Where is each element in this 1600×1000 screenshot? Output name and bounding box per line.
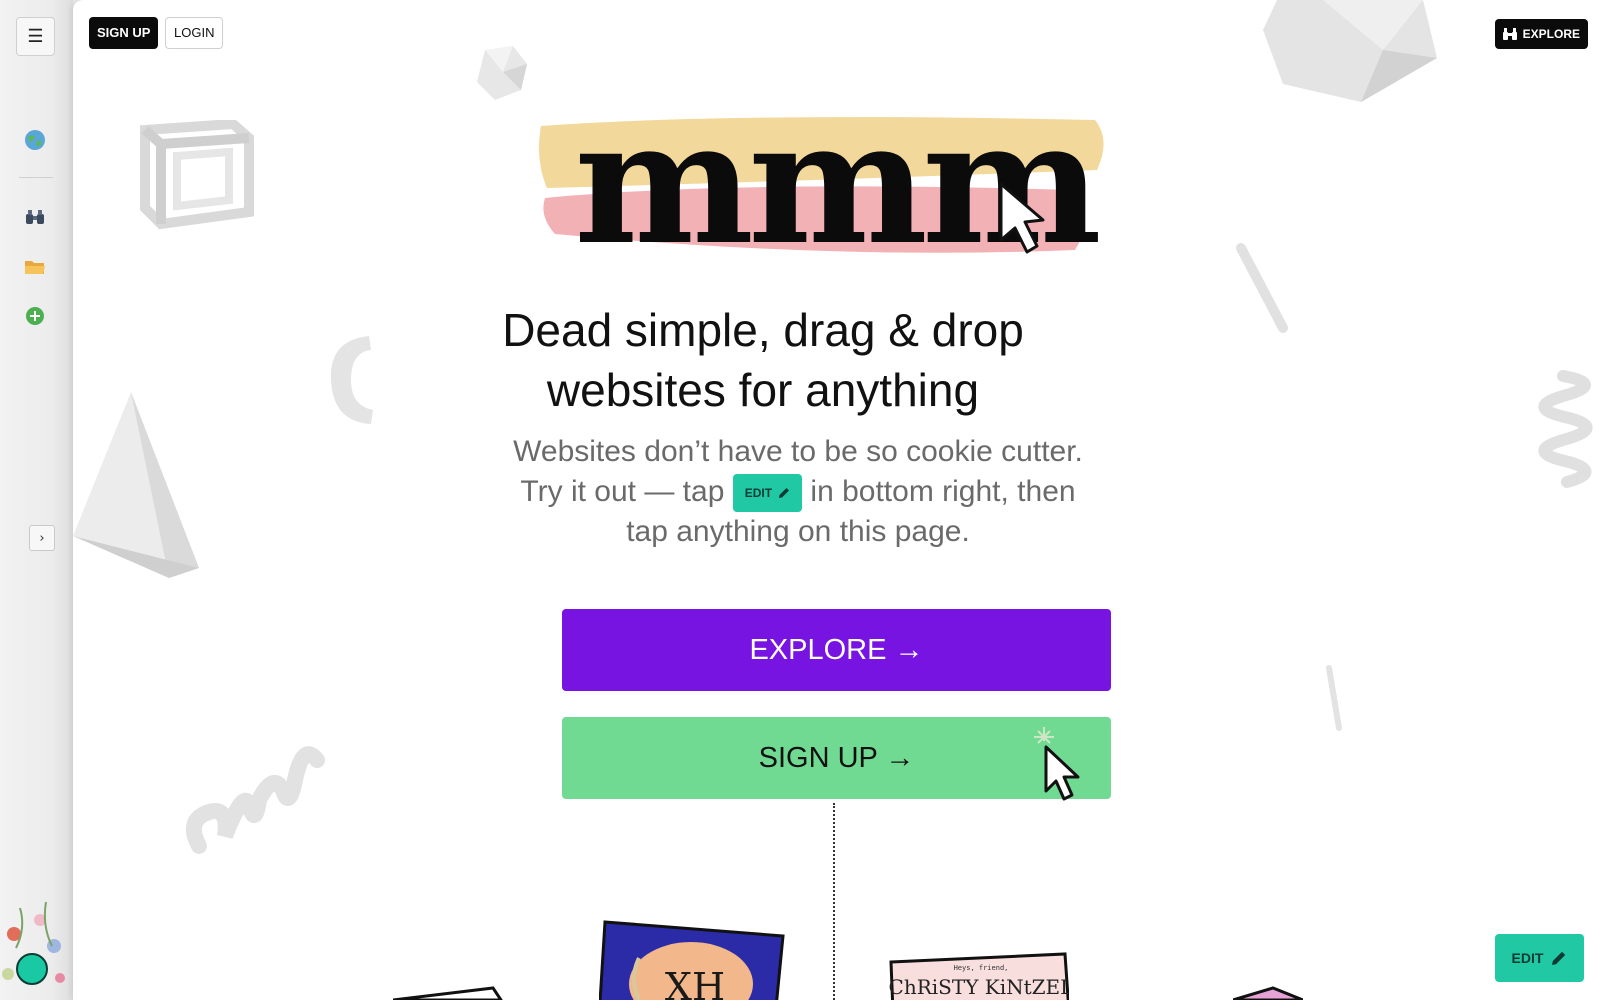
preview-card-1[interactable]: XH <box>599 918 785 1000</box>
explore-label: EXPLORE <box>1522 27 1580 41</box>
pencil-icon <box>779 488 790 499</box>
folder-icon[interactable] <box>24 256 46 278</box>
small-stick-shape <box>1326 665 1342 731</box>
explore-button-top[interactable]: EXPLORE <box>1494 19 1588 49</box>
polyhedron-shape-small <box>477 46 527 100</box>
card1-text: XH <box>665 965 725 1000</box>
card2-text: ChRiSTY KiNtZEL <box>889 975 1069 999</box>
login-button-top[interactable]: LOGIN <box>165 17 224 49</box>
spring-shape-right <box>1538 370 1593 488</box>
logo: mmm <box>535 83 1135 283</box>
binoculars-icon[interactable] <box>24 206 46 228</box>
preview-card-right[interactable] <box>1233 986 1303 1000</box>
curve-shape <box>330 336 373 424</box>
edit-label: EDIT <box>1511 950 1544 966</box>
explore-cta-button[interactable]: EXPLORE → <box>562 609 1111 691</box>
inline-edit-label: EDIT <box>744 486 773 501</box>
chevron-right-icon: › <box>39 530 45 546</box>
page-canvas: SIGN UP LOGIN EXPLORE mmm Dead simple, d… <box>73 0 1600 1000</box>
menu-icon: ☰ <box>27 26 44 46</box>
polyhedron-shape-large <box>1263 0 1437 102</box>
globe-icon[interactable] <box>24 129 46 151</box>
preview-card-2[interactable]: Heys, friend, ChRiSTY KiNtZEL <box>889 952 1069 1000</box>
signup-cta-button[interactable]: SIGN UP → <box>562 717 1111 801</box>
wire-cube-shape <box>140 120 254 230</box>
left-rail: ☰ › <box>0 0 73 1000</box>
card2-small-text: Heys, friend, <box>954 964 1009 972</box>
logo-text: mmm <box>574 110 1098 275</box>
pencil-icon <box>1552 951 1566 965</box>
connector-line <box>833 803 835 1000</box>
status-indicator[interactable] <box>16 953 48 985</box>
menu-button[interactable]: ☰ <box>16 17 55 56</box>
stick-shape <box>1236 243 1288 333</box>
preview-card-left[interactable] <box>393 986 503 1000</box>
spring-shape-left <box>185 746 325 854</box>
signup-button-top[interactable]: SIGN UP <box>89 17 159 49</box>
add-icon[interactable] <box>24 305 46 327</box>
inline-edit-badge: EDIT <box>732 474 803 513</box>
expand-sidebar-button[interactable]: › <box>29 525 55 551</box>
cursor-icon <box>1034 727 1080 801</box>
headline: Dead simple, drag & drop websites for an… <box>502 304 1024 416</box>
edit-button[interactable]: EDIT <box>1495 934 1584 982</box>
pyramid-shape <box>73 392 199 578</box>
subheadline: Websites don’t have to be so cookie cutt… <box>513 432 1083 552</box>
binoculars-icon <box>1502 28 1517 40</box>
signup-cta-label: SIGN UP → <box>758 741 915 774</box>
rail-divider <box>19 177 53 178</box>
